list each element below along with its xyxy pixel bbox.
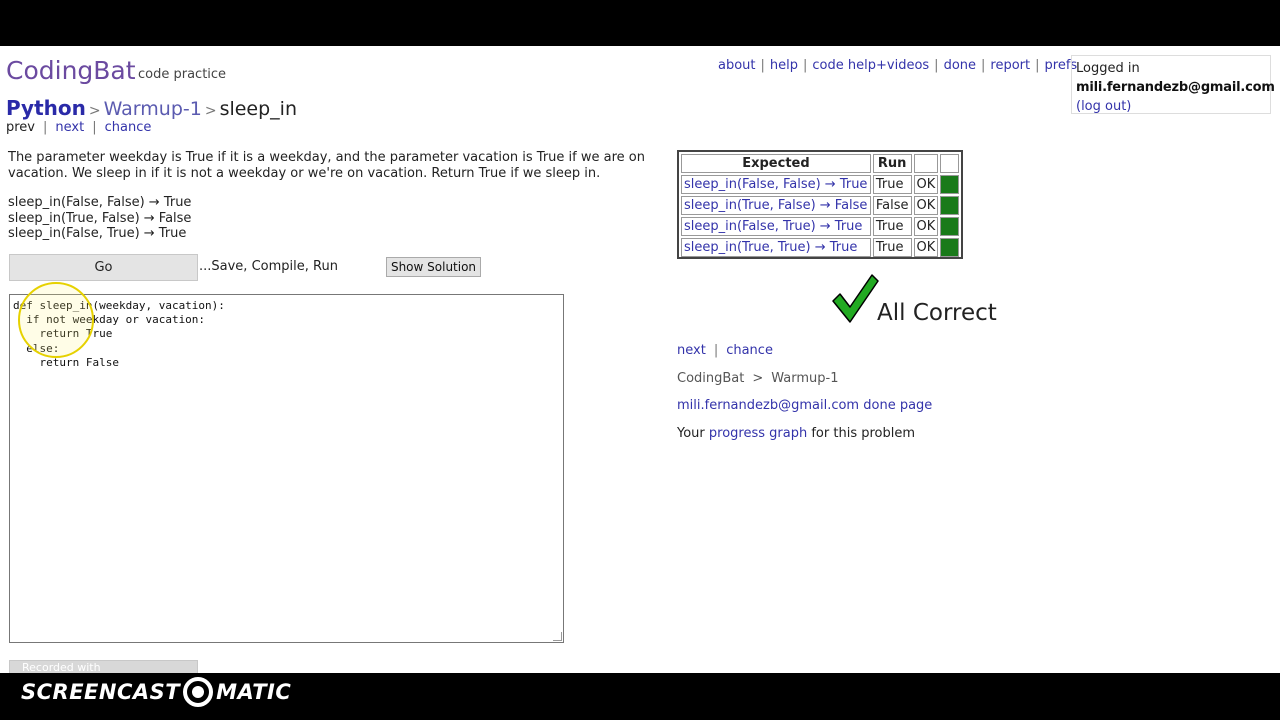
table-row: sleep_in(True, True) → True True OK [681, 238, 959, 257]
top-black-bar [0, 0, 1280, 46]
header-expected: Expected [681, 154, 871, 173]
after-breadcrumb: CodingBat > Warmup-1 [677, 371, 839, 386]
breadcrumb-separator: > [204, 103, 217, 119]
progress-line: Your progress graph for this problem [677, 426, 915, 441]
watermark-right: MATIC [216, 680, 292, 704]
show-solution-button[interactable]: Show Solution [386, 257, 481, 277]
logout-link[interactable]: (log out) [1076, 97, 1266, 116]
pass-indicator [940, 217, 959, 236]
cursor-highlight [18, 282, 94, 358]
recorded-with-label: Recorded with [22, 661, 101, 674]
progress-graph-link[interactable]: progress graph [709, 426, 807, 441]
expected-cell: sleep_in(False, False) → True [681, 175, 871, 194]
resize-handle[interactable] [553, 632, 562, 641]
breadcrumb-problem: sleep_in [219, 98, 298, 120]
table-row: sleep_in(False, True) → True True OK [681, 217, 959, 236]
after-nav: next | chance [677, 343, 773, 358]
expected-cell: sleep_in(False, True) → True [681, 217, 871, 236]
header-blank [913, 154, 939, 173]
run-cell: True [872, 238, 912, 257]
watermark-ring-icon [183, 677, 214, 707]
site-logo[interactable]: CodingBat [6, 56, 136, 85]
done-page-line: mili.fernandezb@gmail.com done page [677, 398, 932, 413]
screencast-o-matic-watermark: SCREENCAST MATIC [21, 677, 291, 707]
pass-indicator [940, 238, 959, 257]
breadcrumb-section[interactable]: Warmup-1 [104, 98, 202, 120]
checkmark-icon [832, 274, 879, 323]
status-cell: OK [913, 238, 939, 257]
status-cell: OK [913, 175, 939, 194]
after-next-link[interactable]: next [677, 343, 706, 358]
header-run: Run [872, 154, 912, 173]
login-email: mili.fernandezb@gmail.com [1076, 80, 1275, 95]
login-label: Logged in [1076, 61, 1140, 76]
chance-link[interactable]: chance [105, 120, 152, 135]
problem-examples: sleep_in(False, False) → True sleep_in(T… [8, 195, 191, 242]
status-cell: OK [913, 196, 939, 215]
nav-report-link[interactable]: report [990, 58, 1030, 73]
breadcrumb-separator: > [88, 103, 101, 119]
save-compile-run-hint: ...Save, Compile, Run [199, 259, 338, 274]
watermark-left: SCREENCAST [21, 680, 181, 704]
code-editor[interactable]: def sleep_in(weekday, vacation): if not … [9, 294, 564, 643]
go-button[interactable]: Go [9, 254, 198, 281]
progress-prefix: Your [677, 426, 705, 441]
results-table: Expected Run sleep_in(False, False) → Tr… [677, 150, 963, 259]
prev-label: prev [6, 120, 36, 135]
expected-cell: sleep_in(True, False) → False [681, 196, 871, 215]
next-link[interactable]: next [55, 120, 84, 135]
test-call-link[interactable]: sleep_in(True, False) → False [684, 198, 867, 213]
breadcrumb-language[interactable]: Python [6, 96, 86, 120]
after-crumb-home[interactable]: CodingBat [677, 371, 744, 386]
done-email-link[interactable]: mili.fernandezb@gmail.com [677, 398, 859, 413]
login-box: Logged in mili.fernandezb@gmail.com (log… [1071, 55, 1275, 116]
test-call-link[interactable]: sleep_in(False, True) → True [684, 219, 862, 234]
table-row: sleep_in(True, False) → False False OK [681, 196, 959, 215]
breadcrumb: Python > Warmup-1 > sleep_in [6, 96, 297, 120]
nav-code-help-link[interactable]: code help+videos [812, 58, 929, 73]
header-blank [940, 154, 959, 173]
example-line: sleep_in(False, False) → True [8, 195, 192, 210]
top-navigation: about | help | code help+videos | done | report |… [718, 58, 1078, 73]
pass-indicator [940, 196, 959, 215]
after-crumb-separator: > [752, 371, 764, 386]
nav-about-link[interactable]: about [718, 58, 756, 73]
test-call-link[interactable]: sleep_in(False, False) → True [684, 177, 867, 192]
table-row: sleep_in(False, False) → True True OK [681, 175, 959, 194]
status-cell: OK [913, 217, 939, 236]
nav-help-link[interactable]: help [770, 58, 798, 73]
after-chance-link[interactable]: chance [726, 343, 773, 358]
run-cell: False [872, 196, 912, 215]
run-cell: True [872, 175, 912, 194]
run-cell: True [872, 217, 912, 236]
problem-description: The parameter weekday is True if it is a… [8, 150, 645, 181]
expected-cell: sleep_in(True, True) → True [681, 238, 871, 257]
example-line: sleep_in(True, False) → False [8, 210, 192, 226]
progress-suffix: for this problem [811, 426, 916, 441]
all-correct-message: All Correct [877, 300, 997, 326]
done-page-link[interactable]: done page [863, 398, 932, 413]
example-line: sleep_in(False, True) → True [8, 226, 187, 241]
after-crumb-section[interactable]: Warmup-1 [771, 371, 838, 386]
problem-subnav: prev | next | chance [6, 120, 152, 135]
site-tagline: code practice [138, 67, 227, 82]
nav-done-link[interactable]: done [944, 58, 976, 73]
pass-indicator [940, 175, 959, 194]
test-call-link[interactable]: sleep_in(True, True) → True [684, 240, 857, 255]
